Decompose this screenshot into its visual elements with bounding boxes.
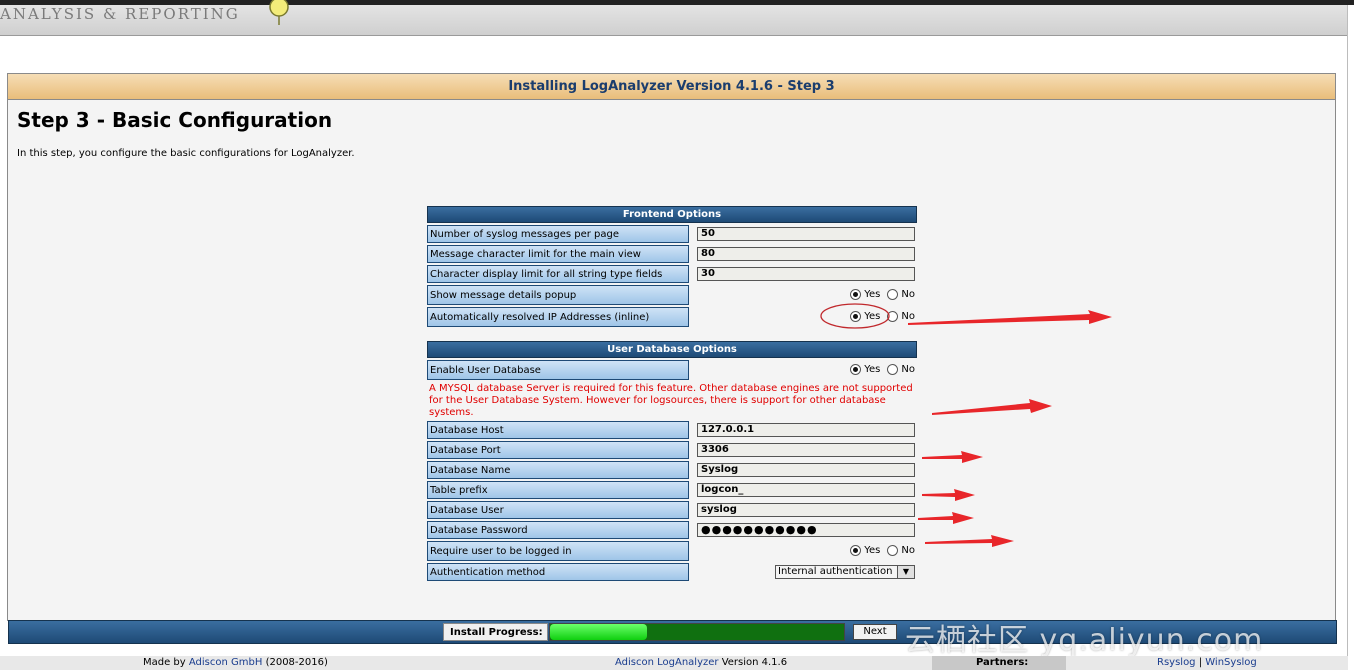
radio-label-yes: Yes — [864, 289, 881, 300]
details-popup-yes-radio[interactable] — [850, 289, 862, 300]
rsyslog-link[interactable]: Rsyslog — [1157, 657, 1196, 668]
footer-product: Adiscon LogAnalyzer Version 4.1.6 — [615, 656, 787, 670]
field-label: Database Password — [427, 521, 689, 539]
require-login-no-radio[interactable] — [887, 545, 899, 556]
row-require-login: Require user to be logged in Yes No — [427, 541, 917, 561]
db-password-input[interactable]: ●●●●●●●●●●● — [697, 523, 915, 537]
footer-partners: Rsyslog | WinSyslog — [1157, 656, 1257, 670]
radio-label-no: No — [901, 289, 915, 300]
page-footer: Made by Adiscon GmbH (2008-2016) Adiscon… — [0, 656, 1348, 670]
resolve-ip-yes-radio[interactable] — [850, 311, 862, 322]
radio-label-no: No — [901, 545, 915, 556]
char-limit-main-input[interactable]: 80 — [697, 247, 915, 261]
msgs-per-page-input[interactable]: 50 — [697, 227, 915, 241]
panel-title: Installing LogAnalyzer Version 4.1.6 - S… — [8, 74, 1335, 100]
adiscon-link[interactable]: Adiscon GmbH — [189, 657, 263, 668]
step-title: Step 3 - Basic Configuration — [17, 108, 333, 132]
auth-method-value: Internal authentication — [778, 566, 893, 577]
row-auth-method: Authentication method Internal authentic… — [427, 563, 917, 581]
require-login-yes-radio[interactable] — [850, 545, 862, 556]
progress-track — [549, 623, 845, 641]
partner-separator: | — [1195, 657, 1206, 668]
partners-label: Partners: — [976, 657, 1029, 668]
frontend-options-heading: Frontend Options — [427, 206, 917, 223]
field-label: Character display limit for all string t… — [427, 265, 689, 283]
step-description: In this step, you configure the basic co… — [17, 148, 355, 159]
row-db-name: Database Name Syslog — [427, 461, 917, 479]
watermark: 云栖社区 yq.aliyun.com — [905, 623, 1264, 658]
field-label: Require user to be logged in — [427, 541, 689, 561]
field-label: Show message details popup — [427, 285, 689, 305]
page-scrollbar[interactable] — [1347, 5, 1354, 670]
footer-made-by: Made by Adiscon GmbH (2008-2016) — [143, 656, 328, 670]
row-resolve-ip: Automatically resolved IP Addresses (inl… — [427, 307, 917, 327]
field-label: Database Name — [427, 461, 689, 479]
row-db-port: Database Port 3306 — [427, 441, 917, 459]
install-panel: Installing LogAnalyzer Version 4.1.6 - S… — [7, 73, 1336, 621]
app-header: ANALYSIS & REPORTING — [0, 0, 1348, 36]
loganalyzer-link[interactable]: Adiscon LogAnalyzer — [615, 657, 719, 668]
resolve-ip-radio-group: Yes No — [846, 311, 915, 322]
field-label: Database User — [427, 501, 689, 519]
db-host-input[interactable]: 127.0.0.1 — [697, 423, 915, 437]
details-popup-no-radio[interactable] — [887, 289, 899, 300]
winsyslog-link[interactable]: WinSyslog — [1205, 657, 1257, 668]
db-name-input[interactable]: Syslog — [697, 463, 915, 477]
field-label: Number of syslog messages per page — [427, 225, 689, 243]
mysql-warning: A MYSQL database Server is required for … — [429, 383, 913, 418]
db-port-input[interactable]: 3306 — [697, 443, 915, 457]
field-label: Database Port — [427, 441, 689, 459]
resolve-ip-no-radio[interactable] — [887, 311, 899, 322]
field-label: Automatically resolved IP Addresses (inl… — [427, 307, 689, 327]
radio-label-no: No — [901, 364, 915, 375]
details-popup-radio-group: Yes No — [846, 289, 915, 300]
radio-label-yes: Yes — [864, 545, 881, 556]
progress-fill — [550, 624, 648, 640]
enable-userdb-radio-group: Yes No — [846, 364, 915, 375]
made-by-years: (2008-2016) — [262, 657, 328, 668]
field-label: Database Host — [427, 421, 689, 439]
userdb-options-table: User Database Options Enable User Databa… — [427, 341, 917, 581]
next-button[interactable]: Next — [853, 624, 897, 640]
logo-text: ANALYSIS & REPORTING — [0, 5, 240, 23]
field-label: Enable User Database — [427, 360, 689, 380]
install-progress-label: Install Progress: — [443, 623, 548, 641]
chevron-down-icon[interactable]: ▼ — [897, 566, 914, 578]
field-label: Authentication method — [427, 563, 689, 581]
field-label: Table prefix — [427, 481, 689, 499]
radio-label-yes: Yes — [864, 311, 881, 322]
row-db-host: Database Host 127.0.0.1 — [427, 421, 917, 439]
row-db-password: Database Password ●●●●●●●●●●● — [427, 521, 917, 539]
radio-label-yes: Yes — [864, 364, 881, 375]
require-login-radio-group: Yes No — [846, 545, 915, 556]
radio-label-no: No — [901, 311, 915, 322]
auth-method-select[interactable]: Internal authentication ▼ — [775, 565, 915, 579]
userdb-options-heading: User Database Options — [427, 341, 917, 358]
row-enable-userdb: Enable User Database Yes No — [427, 360, 917, 380]
product-version: Version 4.1.6 — [718, 657, 788, 668]
field-label: Message character limit for the main vie… — [427, 245, 689, 263]
made-by-text: Made by — [143, 657, 189, 668]
frontend-options-table: Frontend Options Number of syslog messag… — [427, 206, 917, 327]
enable-userdb-yes-radio[interactable] — [850, 364, 862, 375]
row-char-limit-main: Message character limit for the main vie… — [427, 245, 917, 263]
table-prefix-input[interactable]: logcon_ — [697, 483, 915, 497]
row-details-popup: Show message details popup Yes No — [427, 285, 917, 305]
row-table-prefix: Table prefix logcon_ — [427, 481, 917, 499]
row-msgs-per-page: Number of syslog messages per page 50 — [427, 225, 917, 243]
char-limit-string-input[interactable]: 30 — [697, 267, 915, 281]
row-char-limit-string: Character display limit for all string t… — [427, 265, 917, 283]
db-user-input[interactable]: syslog — [697, 503, 915, 517]
row-db-user: Database User syslog — [427, 501, 917, 519]
logo-icon — [269, 0, 289, 25]
enable-userdb-no-radio[interactable] — [887, 364, 899, 375]
